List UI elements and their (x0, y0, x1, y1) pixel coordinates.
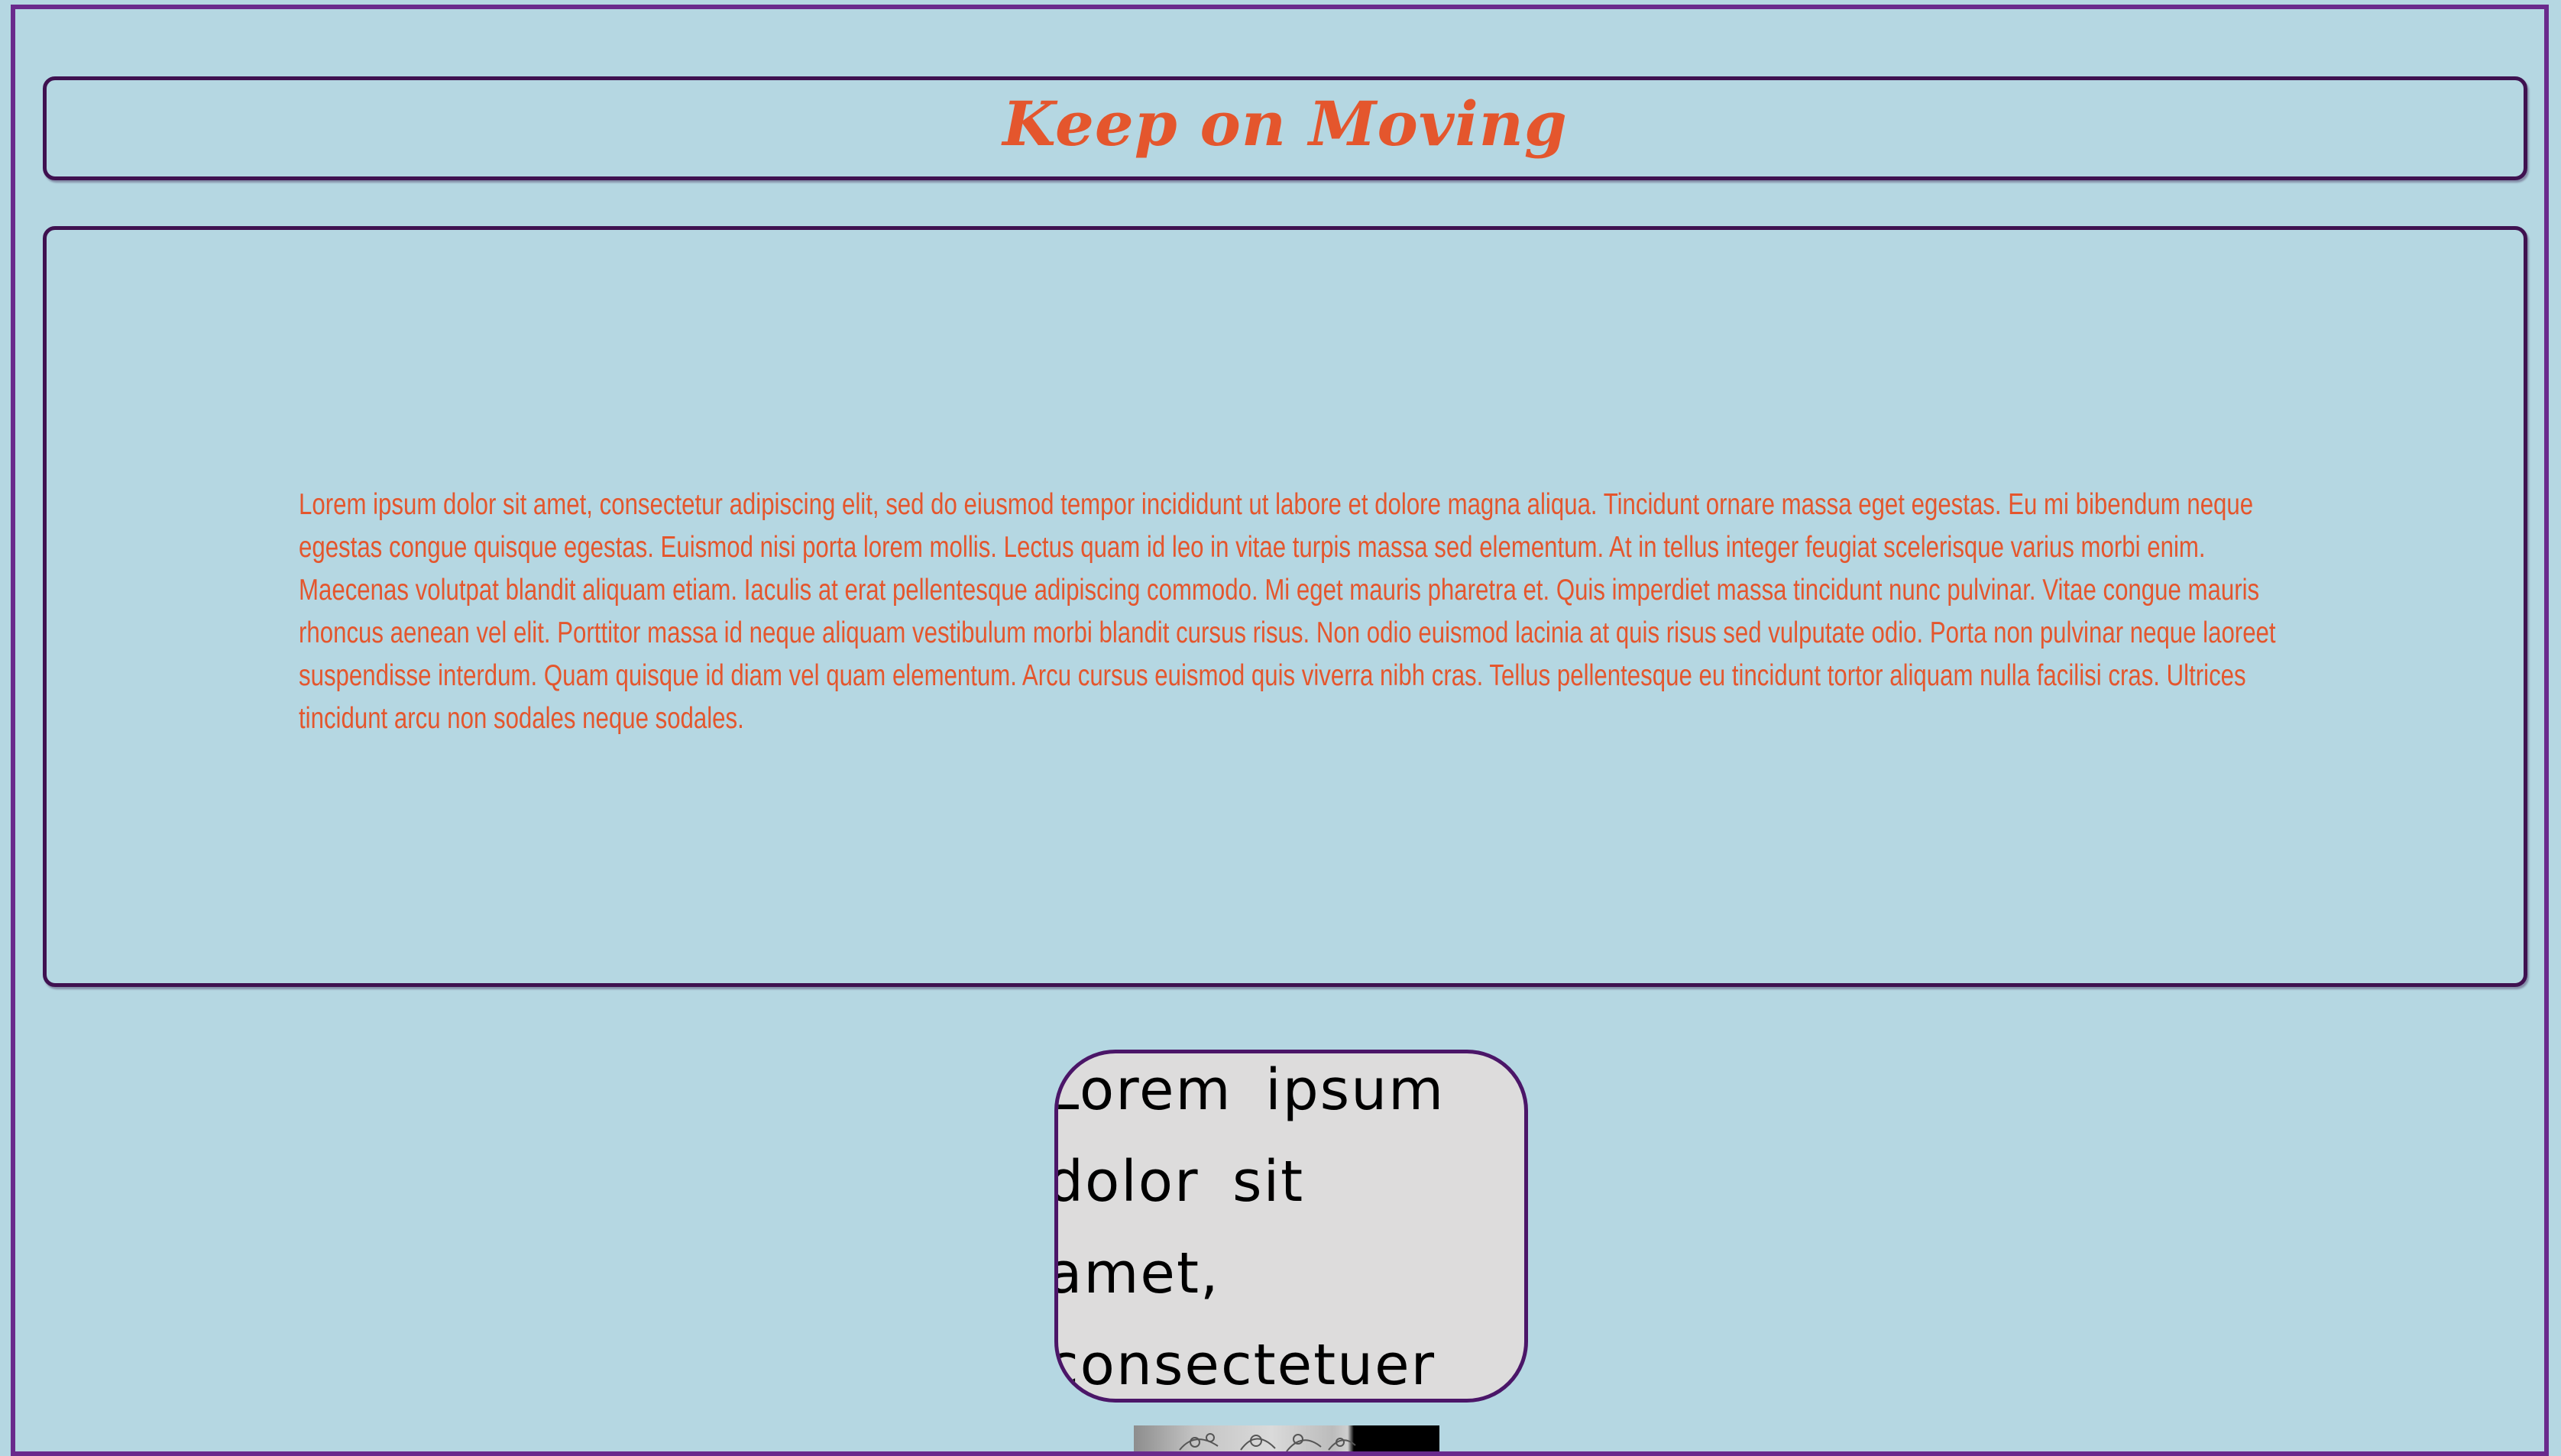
body-paragraph: Lorem ipsum dolor sit amet, consectetur … (299, 488, 2276, 735)
card-text: Lorem ipsum dolor sit amet, consectetuer… (1054, 1057, 1446, 1398)
quote-card: Lorem ipsum dolor sit amet, consectetuer… (1054, 1050, 1528, 1403)
floral-pattern-image (1134, 1425, 1439, 1451)
page-frame: Keep on Moving Lorem ipsum dolor sit ame… (11, 5, 2549, 1456)
header-box: Keep on Moving (43, 76, 2527, 180)
floral-ornament-icon (1179, 1433, 1356, 1451)
content-box: Lorem ipsum dolor sit amet, consectetur … (43, 226, 2527, 987)
site-title: Keep on Moving (1002, 88, 1568, 160)
